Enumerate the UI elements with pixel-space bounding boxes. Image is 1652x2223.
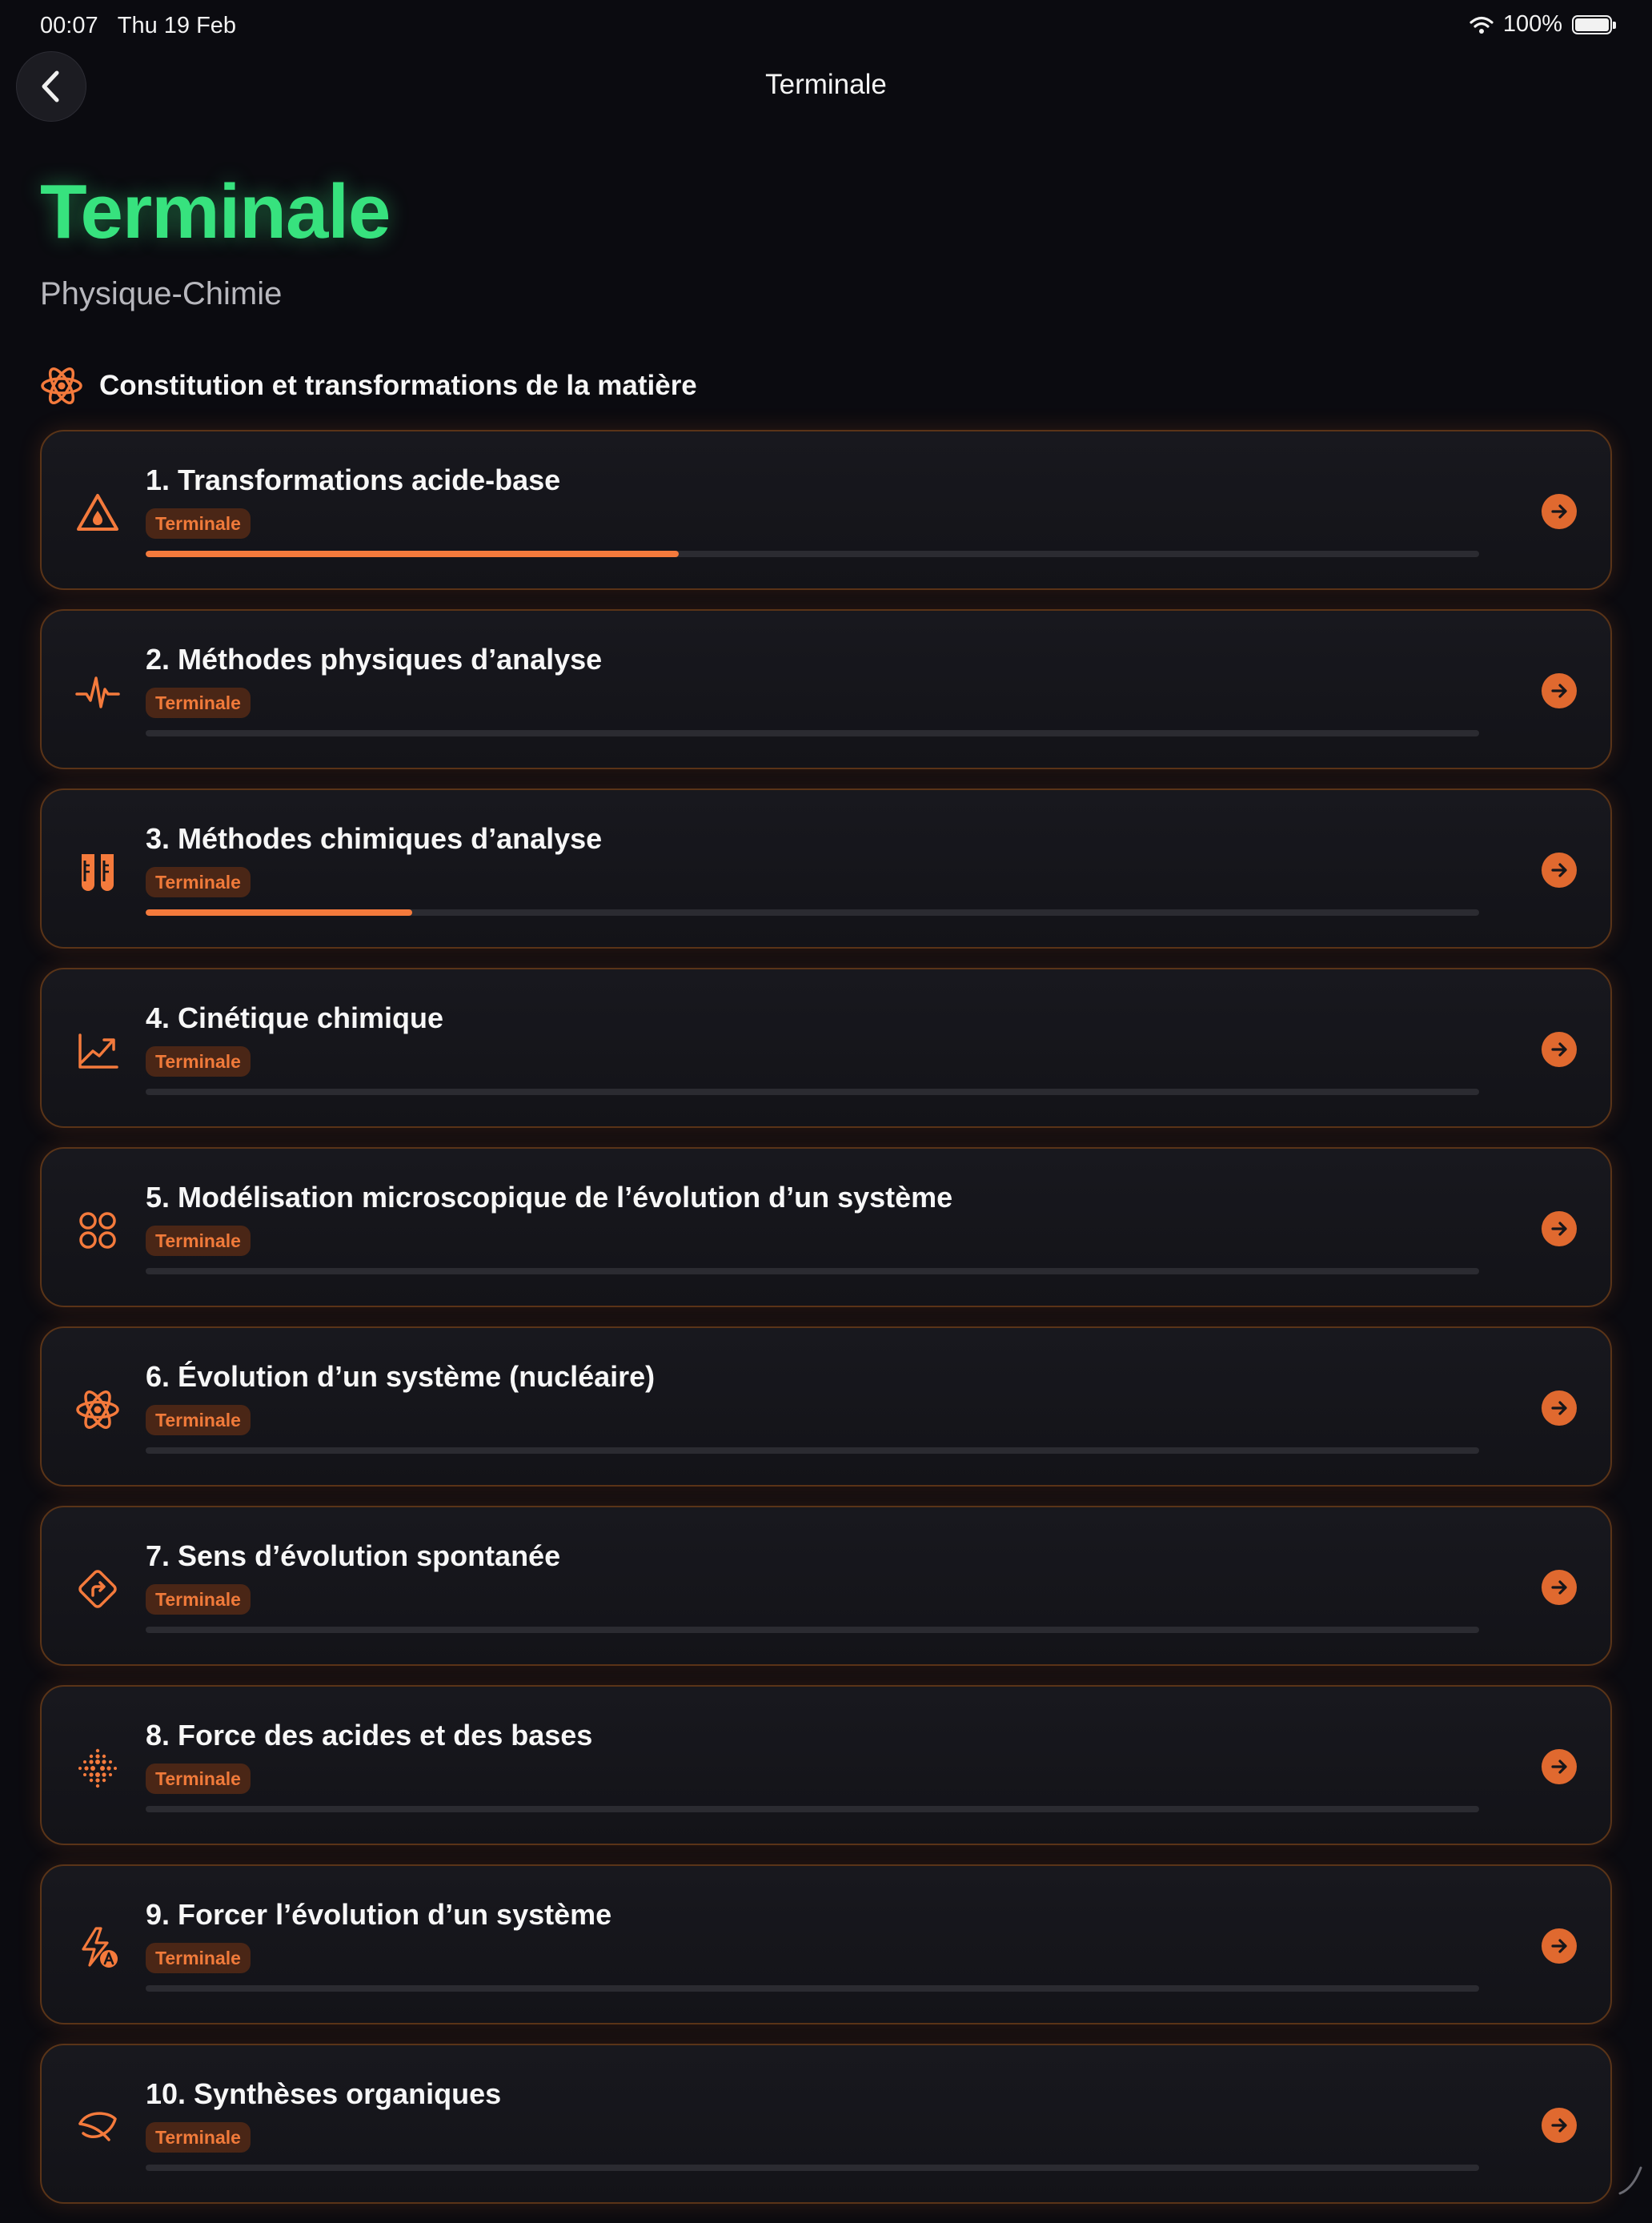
progress-bar bbox=[146, 1089, 1479, 1095]
arrow-right-icon bbox=[1551, 1042, 1567, 1057]
progress-bar bbox=[146, 551, 1479, 557]
chapter-card[interactable]: 7. Sens d’évolution spontanée Terminale bbox=[40, 1506, 1612, 1666]
progress-bar bbox=[146, 1268, 1479, 1274]
level-badge: Terminale bbox=[146, 1405, 251, 1435]
battery-percentage: 100% bbox=[1502, 11, 1562, 37]
chapter-list: 1. Transformations acide-base Terminale … bbox=[40, 430, 1612, 2223]
open-chapter-button[interactable] bbox=[1542, 1749, 1577, 1784]
four-circles-icon bbox=[79, 1212, 116, 1249]
chapter-card[interactable]: 6. Évolution d’un système (nucléaire) Te… bbox=[40, 1326, 1612, 1487]
page-title: Terminale bbox=[40, 169, 391, 255]
level-badge: Terminale bbox=[146, 1764, 251, 1794]
chapter-card[interactable]: 4. Cinétique chimique Terminale bbox=[40, 968, 1612, 1128]
arrow-right-icon bbox=[1551, 1939, 1567, 1953]
status-time: 00:07 bbox=[40, 13, 98, 38]
level-badge: Terminale bbox=[146, 1584, 251, 1615]
section-title: Constitution et transformations de la ma… bbox=[99, 370, 697, 401]
progress-bar bbox=[146, 1806, 1479, 1812]
open-chapter-button[interactable] bbox=[1542, 2108, 1577, 2143]
status-bar: 00:07 Thu 19 Feb 100% bbox=[0, 0, 1652, 51]
progress-bar bbox=[146, 1985, 1479, 1992]
open-chapter-button[interactable] bbox=[1542, 1570, 1577, 1605]
progress-fill bbox=[146, 909, 413, 916]
page-subtitle: Physique-Chimie bbox=[40, 276, 283, 311]
open-chapter-button[interactable] bbox=[1542, 1390, 1577, 1426]
progress-bar bbox=[146, 2165, 1479, 2171]
open-chapter-button[interactable] bbox=[1542, 1211, 1577, 1246]
chapter-title: 7. Sens d’évolution spontanée bbox=[146, 1539, 561, 1572]
open-chapter-button[interactable] bbox=[1542, 673, 1577, 708]
chapter-card[interactable]: 3. Méthodes chimiques d’analyse Terminal… bbox=[40, 788, 1612, 949]
level-badge: Terminale bbox=[146, 508, 251, 539]
arrow-right-icon bbox=[1551, 1222, 1567, 1236]
trend-chart-icon bbox=[78, 1033, 118, 1069]
open-chapter-button[interactable] bbox=[1542, 494, 1577, 529]
arrow-right-icon bbox=[1551, 1760, 1567, 1774]
arrow-right-icon bbox=[1551, 1401, 1567, 1415]
arrow-right-icon bbox=[1551, 504, 1567, 519]
section-header: Constitution et transformations de la ma… bbox=[40, 364, 697, 407]
progress-fill bbox=[146, 551, 680, 557]
chapter-title: 4. Cinétique chimique bbox=[146, 1001, 444, 1034]
battery-icon bbox=[1572, 14, 1616, 34]
level-badge: Terminale bbox=[146, 867, 251, 897]
dot-grid-icon bbox=[78, 1748, 117, 1788]
wifi-icon bbox=[1470, 16, 1494, 34]
arrow-right-icon bbox=[1551, 684, 1567, 698]
waveform-icon bbox=[75, 676, 120, 708]
chapter-title: 2. Méthodes physiques d’analyse bbox=[146, 643, 603, 676]
nav-title: Terminale bbox=[765, 69, 887, 100]
flask-drop-icon bbox=[77, 494, 118, 531]
progress-bar bbox=[146, 1447, 1479, 1454]
level-badge: Terminale bbox=[146, 1226, 251, 1256]
level-badge: Terminale bbox=[146, 688, 251, 718]
chapter-card[interactable]: 8. Force des acides et des bases Termina… bbox=[40, 1685, 1612, 1845]
chapter-card[interactable]: 5. Modélisation microscopique de l’évolu… bbox=[40, 1147, 1612, 1307]
arrow-right-icon bbox=[1551, 1580, 1567, 1595]
progress-bar bbox=[146, 909, 1479, 916]
open-chapter-button[interactable] bbox=[1542, 1928, 1577, 1964]
level-badge: Terminale bbox=[146, 1046, 251, 1077]
leaf-icon bbox=[78, 2112, 117, 2141]
chapter-title: 9. Forcer l’évolution d’un système bbox=[146, 1898, 612, 1931]
chapter-title: 3. Méthodes chimiques d’analyse bbox=[146, 822, 603, 855]
chapter-card[interactable]: 10. Synthèses organiques Terminale bbox=[40, 2044, 1612, 2204]
bolt-icon bbox=[82, 1927, 118, 1968]
level-badge: Terminale bbox=[146, 2122, 251, 2153]
status-time-date: 00:07 Thu 19 Feb bbox=[40, 13, 236, 39]
scroll-indicator[interactable] bbox=[1617, 2161, 1644, 2197]
status-date: Thu 19 Feb bbox=[117, 13, 237, 38]
atom-icon bbox=[41, 367, 82, 405]
chapter-title: 6. Évolution d’un système (nucléaire) bbox=[146, 1360, 656, 1393]
arrow-right-icon bbox=[1551, 2118, 1567, 2133]
open-chapter-button[interactable] bbox=[1542, 853, 1577, 888]
progress-bar bbox=[146, 730, 1479, 736]
arrow-right-icon bbox=[1551, 863, 1567, 877]
chapter-card[interactable]: 9. Forcer l’évolution d’un système Termi… bbox=[40, 1864, 1612, 2024]
atom-icon bbox=[76, 1390, 119, 1429]
chapter-card[interactable]: 1. Transformations acide-base Terminale bbox=[40, 430, 1612, 590]
open-chapter-button[interactable] bbox=[1542, 1032, 1577, 1067]
chapter-title: 10. Synthèses organiques bbox=[146, 2077, 502, 2110]
chapter-title: 1. Transformations acide-base bbox=[146, 463, 561, 496]
turn-sign-icon bbox=[78, 1570, 117, 1608]
chapter-title: 8. Force des acides et des bases bbox=[146, 1719, 593, 1752]
chapter-title: 5. Modélisation microscopique de l’évolu… bbox=[146, 1181, 953, 1214]
progress-bar bbox=[146, 1627, 1479, 1633]
level-badge: Terminale bbox=[146, 1943, 251, 1973]
status-indicators: 100% bbox=[1470, 11, 1616, 38]
test-tubes-icon bbox=[82, 854, 114, 891]
chapter-card[interactable]: 2. Méthodes physiques d’analyse Terminal… bbox=[40, 609, 1612, 769]
